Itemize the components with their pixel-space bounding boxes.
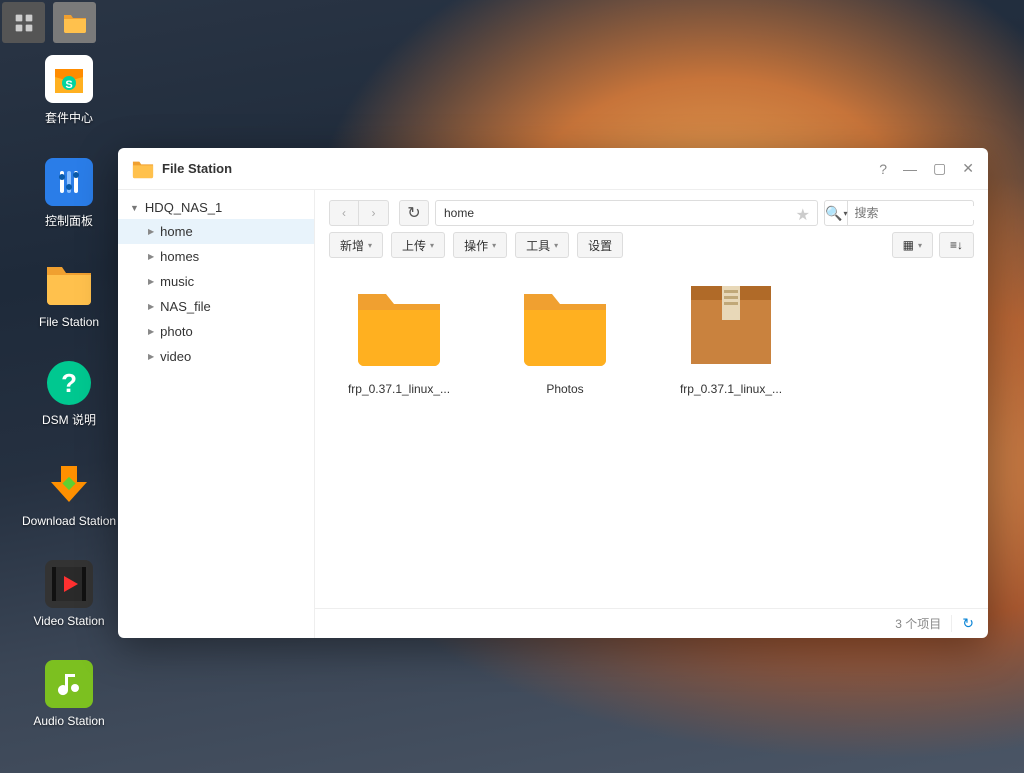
folder-icon [520, 282, 610, 368]
audio-station-icon [45, 660, 93, 708]
sort-button[interactable]: ≡↓ [939, 232, 974, 258]
favorite-star-icon[interactable]: ★ [796, 205, 810, 225]
tools-button[interactable]: 工具▾ [515, 232, 569, 258]
desktop-icon-label: 控制面板 [45, 212, 93, 229]
window-controls: ? — ▢ ✕ [879, 160, 974, 177]
desktop-icon-control-panel[interactable]: 控制面板 [22, 158, 116, 229]
file-grid[interactable]: frp_0.37.1_linux_... Photos frp_0.37.1_l… [315, 268, 988, 608]
desktop-icon-dsm-help[interactable]: ? DSM 说明 [22, 361, 116, 428]
video-station-icon [45, 560, 93, 608]
svg-text:S: S [65, 79, 72, 91]
address-toolbar: ‹ › ↻ ★ 🔍▾ [315, 190, 988, 232]
chevron-right-icon: ▶ [148, 302, 154, 311]
desktop-icon-video-station[interactable]: Video Station [22, 560, 116, 628]
tree-item-music[interactable]: ▶music [118, 269, 314, 294]
tree-root-label: HDQ_NAS_1 [145, 200, 222, 215]
search-icon: 🔍 [825, 205, 842, 222]
archive-icon [686, 282, 776, 368]
file-label: frp_0.37.1_linux_... [348, 382, 450, 396]
chevron-down-icon: ▾ [368, 241, 372, 250]
chevron-down-icon: ▾ [918, 241, 922, 250]
view-mode-button[interactable]: ▦▾ [892, 232, 933, 258]
tree-item-photo[interactable]: ▶photo [118, 319, 314, 344]
taskbar-file-station[interactable] [53, 2, 96, 43]
tree-item-video[interactable]: ▶video [118, 344, 314, 369]
search-button[interactable]: 🔍▾ [825, 201, 848, 225]
nav-back-button[interactable]: ‹ [329, 200, 359, 226]
refresh-button[interactable]: ↻ [399, 200, 429, 226]
desktop-icon-download-station[interactable]: Download Station [22, 460, 116, 528]
chevron-down-icon: ▾ [492, 241, 496, 250]
nav-forward-button[interactable]: › [359, 200, 389, 226]
chevron-right-icon: ▶ [148, 227, 154, 236]
chevron-down-icon: ▼ [130, 203, 139, 213]
chevron-right-icon: ▶ [148, 252, 154, 261]
chevron-down-icon: ▾ [843, 209, 847, 218]
control-panel-icon [45, 158, 93, 206]
package-center-icon: S [45, 55, 93, 103]
apps-grid-icon [14, 13, 34, 33]
file-station-icon [45, 261, 93, 309]
help-button[interactable]: ? [879, 161, 887, 177]
desktop-icon-label: File Station [39, 315, 99, 329]
search-box: 🔍▾ [824, 200, 974, 226]
file-item-folder[interactable]: Photos [495, 282, 635, 594]
window-titlebar[interactable]: File Station ? — ▢ ✕ [118, 148, 988, 190]
window-title: File Station [162, 161, 232, 176]
help-icon: ? [47, 361, 91, 405]
path-input[interactable] [435, 200, 818, 226]
grid-icon: ▦ [903, 238, 914, 252]
desktop-icon-label: DSM 说明 [42, 411, 96, 428]
desktop-icons: S 套件中心 控制面板 File Station ? DSM 说明 Downlo… [22, 55, 116, 728]
desktop-icon-label: 套件中心 [45, 109, 93, 126]
file-item-archive[interactable]: frp_0.37.1_linux_... [661, 282, 801, 594]
minimize-button[interactable]: — [903, 161, 917, 177]
chevron-down-icon: ▾ [430, 241, 434, 250]
file-item-folder[interactable]: frp_0.37.1_linux_... [329, 282, 469, 594]
tree-item-homes[interactable]: ▶homes [118, 244, 314, 269]
window-app-icon [132, 158, 154, 180]
maximize-button[interactable]: ▢ [933, 160, 946, 177]
taskbar [0, 0, 98, 45]
folder-icon [354, 282, 444, 368]
settings-button[interactable]: 设置 [577, 232, 623, 258]
upload-button[interactable]: 上传▾ [391, 232, 445, 258]
file-label: Photos [546, 382, 583, 396]
desktop-icon-package-center[interactable]: S 套件中心 [22, 55, 116, 126]
desktop-icon-label: Download Station [22, 514, 116, 528]
chevron-down-icon: ▾ [554, 241, 558, 250]
chevron-right-icon: ▶ [148, 277, 154, 286]
file-station-window: File Station ? — ▢ ✕ ▼ HDQ_NAS_1 ▶home ▶… [118, 148, 988, 638]
tree-item-nas-file[interactable]: ▶NAS_file [118, 294, 314, 319]
tree-item-home[interactable]: ▶home [118, 219, 314, 244]
desktop-icon-label: Video Station [33, 614, 104, 628]
item-count: 3 个项目 [895, 615, 941, 632]
action-toolbar: 新增▾ 上传▾ 操作▾ 工具▾ 设置 ▦▾ ≡↓ [315, 232, 988, 268]
desktop-icon-file-station[interactable]: File Station [22, 261, 116, 329]
close-button[interactable]: ✕ [962, 160, 974, 177]
desktop-icon-audio-station[interactable]: Audio Station [22, 660, 116, 728]
download-station-icon [45, 460, 93, 508]
status-refresh-button[interactable]: ↻ [951, 615, 974, 632]
apps-button[interactable] [2, 2, 45, 43]
main-panel: ‹ › ↻ ★ 🔍▾ 新增▾ 上传▾ 操作▾ 工具▾ 设置 [315, 190, 988, 638]
sort-icon: ≡↓ [950, 238, 963, 252]
new-button[interactable]: 新增▾ [329, 232, 383, 258]
file-label: frp_0.37.1_linux_... [680, 382, 782, 396]
tree-root[interactable]: ▼ HDQ_NAS_1 [118, 196, 314, 219]
search-input[interactable] [848, 206, 988, 220]
folder-icon [63, 13, 87, 33]
folder-tree-sidebar: ▼ HDQ_NAS_1 ▶home ▶homes ▶music ▶NAS_fil… [118, 190, 315, 638]
chevron-right-icon: ▶ [148, 327, 154, 336]
status-bar: 3 个项目 ↻ [315, 608, 988, 638]
chevron-right-icon: ▶ [148, 352, 154, 361]
desktop-icon-label: Audio Station [33, 714, 104, 728]
operate-button[interactable]: 操作▾ [453, 232, 507, 258]
